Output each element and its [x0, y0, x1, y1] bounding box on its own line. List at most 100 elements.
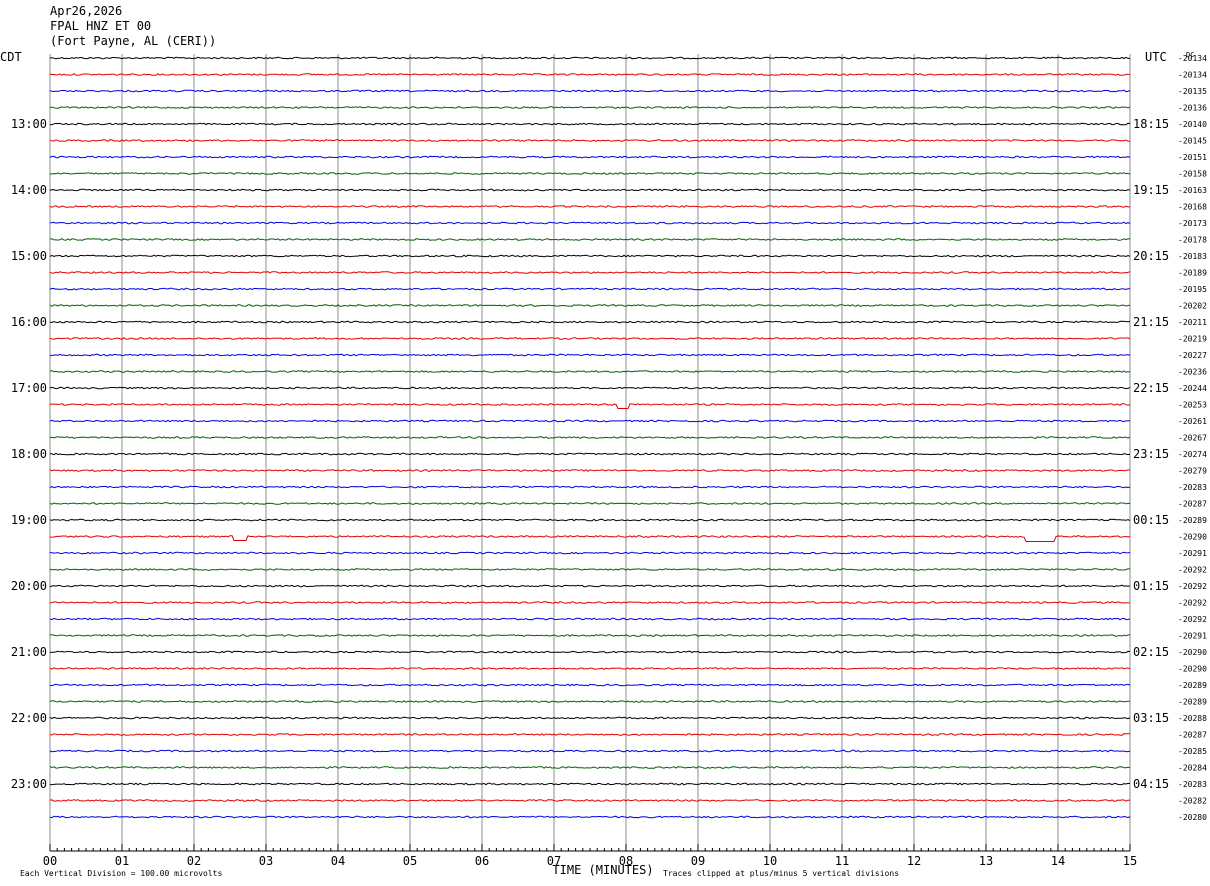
seismic-trace	[49, 73, 1131, 76]
dc-offset-label: -20145	[1178, 137, 1207, 146]
dc-offset-label: -20292	[1178, 615, 1207, 624]
left-hour-label: 15:00	[11, 249, 47, 263]
seismic-trace	[49, 799, 1131, 802]
seismic-trace	[49, 337, 1131, 340]
dc-offset-label: -20292	[1178, 599, 1207, 608]
dc-offset-label: -20288	[1178, 714, 1207, 723]
dc-offset-label: -20261	[1178, 417, 1207, 426]
seismic-trace	[49, 749, 1131, 753]
left-hour-label: 17:00	[11, 381, 47, 395]
dc-offset-label: -20178	[1178, 236, 1207, 245]
dc-offset-label: -20244	[1178, 384, 1207, 393]
seismic-trace	[49, 419, 1131, 423]
right-hour-label: 19:15	[1133, 183, 1169, 197]
right-hour-label: 21:15	[1133, 315, 1169, 329]
dc-offset-label: -20134	[1178, 71, 1207, 80]
seismic-trace	[49, 254, 1131, 258]
seismic-trace	[49, 815, 1131, 819]
helicorder-plot: -20134-20134-20135-20136-20140-20145-201…	[0, 50, 1207, 878]
right-hour-label: 01:15	[1133, 579, 1169, 593]
seismic-trace	[49, 122, 1131, 126]
left-hour-label: 19:00	[11, 513, 47, 527]
seismic-trace	[49, 716, 1131, 720]
dc-offset-label: -20289	[1178, 698, 1207, 707]
dc-offset-label: -20290	[1178, 665, 1207, 674]
dc-offset-label: -20283	[1178, 780, 1207, 789]
dc-offset-label: -20283	[1178, 483, 1207, 492]
x-tick-label: 15	[1123, 854, 1137, 868]
x-tick-label: 00	[43, 854, 57, 868]
seismic-trace	[49, 634, 1131, 637]
left-timezone-label: CDT	[0, 50, 22, 64]
x-tick-label: 11	[835, 854, 849, 868]
seismic-trace	[49, 617, 1131, 621]
right-hour-label: 03:15	[1133, 711, 1169, 725]
seismic-trace	[49, 304, 1131, 307]
dc-offset-label: -20291	[1178, 632, 1207, 641]
seismic-trace	[49, 535, 1131, 542]
seismic-trace	[49, 452, 1131, 456]
dc-offset-label: -20289	[1178, 516, 1207, 525]
left-hour-label: 14:00	[11, 183, 47, 197]
dc-offset-label: -20195	[1178, 285, 1207, 294]
dc-offset-label: -20287	[1178, 500, 1207, 509]
seismic-trace	[49, 601, 1131, 604]
dc-offset-label: -20274	[1178, 450, 1207, 459]
x-tick-label: 05	[403, 854, 417, 868]
seismic-trace	[49, 172, 1131, 175]
seismic-trace	[49, 782, 1131, 786]
seismic-traces	[49, 56, 1131, 819]
right-timezone-label: UTC	[1145, 50, 1167, 64]
right-hour-label: 22:15	[1133, 381, 1169, 395]
seismic-trace	[49, 188, 1131, 192]
x-tick-label: 10	[763, 854, 777, 868]
seismic-trace	[49, 320, 1131, 324]
seismic-trace	[49, 238, 1131, 241]
seismic-trace	[49, 683, 1131, 687]
x-tick-label: 09	[691, 854, 705, 868]
left-hour-label: 13:00	[11, 117, 47, 131]
right-hour-label: 02:15	[1133, 645, 1169, 659]
dc-offset-label: -20211	[1178, 318, 1207, 327]
dc-offset-label: -20292	[1178, 582, 1207, 591]
dc-offset-label: -20287	[1178, 731, 1207, 740]
x-tick-label: 14	[1051, 854, 1065, 868]
seismic-trace	[49, 89, 1131, 93]
x-axis-label: TIME (MINUTES)	[552, 863, 653, 877]
seismic-trace	[49, 436, 1131, 439]
seismic-trace	[50, 221, 1131, 225]
left-hour-label: 20:00	[11, 579, 47, 593]
seismic-trace	[49, 403, 1131, 409]
vertical-division-note: Each Vertical Division = 100.00 microvol…	[20, 869, 222, 878]
seismic-trace	[49, 700, 1130, 703]
left-hour-label: 23:00	[11, 777, 47, 791]
seismic-trace	[49, 155, 1131, 159]
x-tick-label: 01	[115, 854, 129, 868]
seismic-trace	[49, 766, 1131, 769]
dc-offset-label: -20173	[1178, 219, 1207, 228]
dc-offset-label: -20282	[1178, 797, 1207, 806]
dc-offset-label: -20202	[1178, 302, 1207, 311]
left-hour-label: 18:00	[11, 447, 47, 461]
x-tick-label: 06	[475, 854, 489, 868]
dc-offset-label: -20136	[1178, 104, 1207, 113]
seismic-trace	[49, 386, 1131, 390]
right-hour-label: 04:15	[1133, 777, 1169, 791]
seismic-trace	[49, 733, 1130, 736]
dc-offset-label: -20189	[1178, 269, 1207, 278]
seismic-trace	[49, 485, 1131, 489]
dc-offset-label: -20253	[1178, 401, 1207, 410]
right-hour-label: 23:15	[1133, 447, 1169, 461]
dc-offset-label: -20290	[1178, 648, 1207, 657]
dc-offset-label: -20279	[1178, 467, 1207, 476]
dc-offset-label: -20140	[1178, 120, 1207, 129]
right-hour-label: 00:15	[1133, 513, 1169, 527]
dc-offset-label: -20289	[1178, 681, 1207, 690]
dc-offset-label: -20292	[1178, 566, 1207, 575]
seismic-trace	[49, 584, 1131, 588]
seismic-trace	[49, 568, 1131, 571]
dc-offset-label: -20290	[1178, 533, 1207, 542]
seismic-trace	[49, 551, 1131, 555]
dc-label: DC	[1186, 51, 1194, 59]
x-tick-label: 12	[907, 854, 921, 868]
